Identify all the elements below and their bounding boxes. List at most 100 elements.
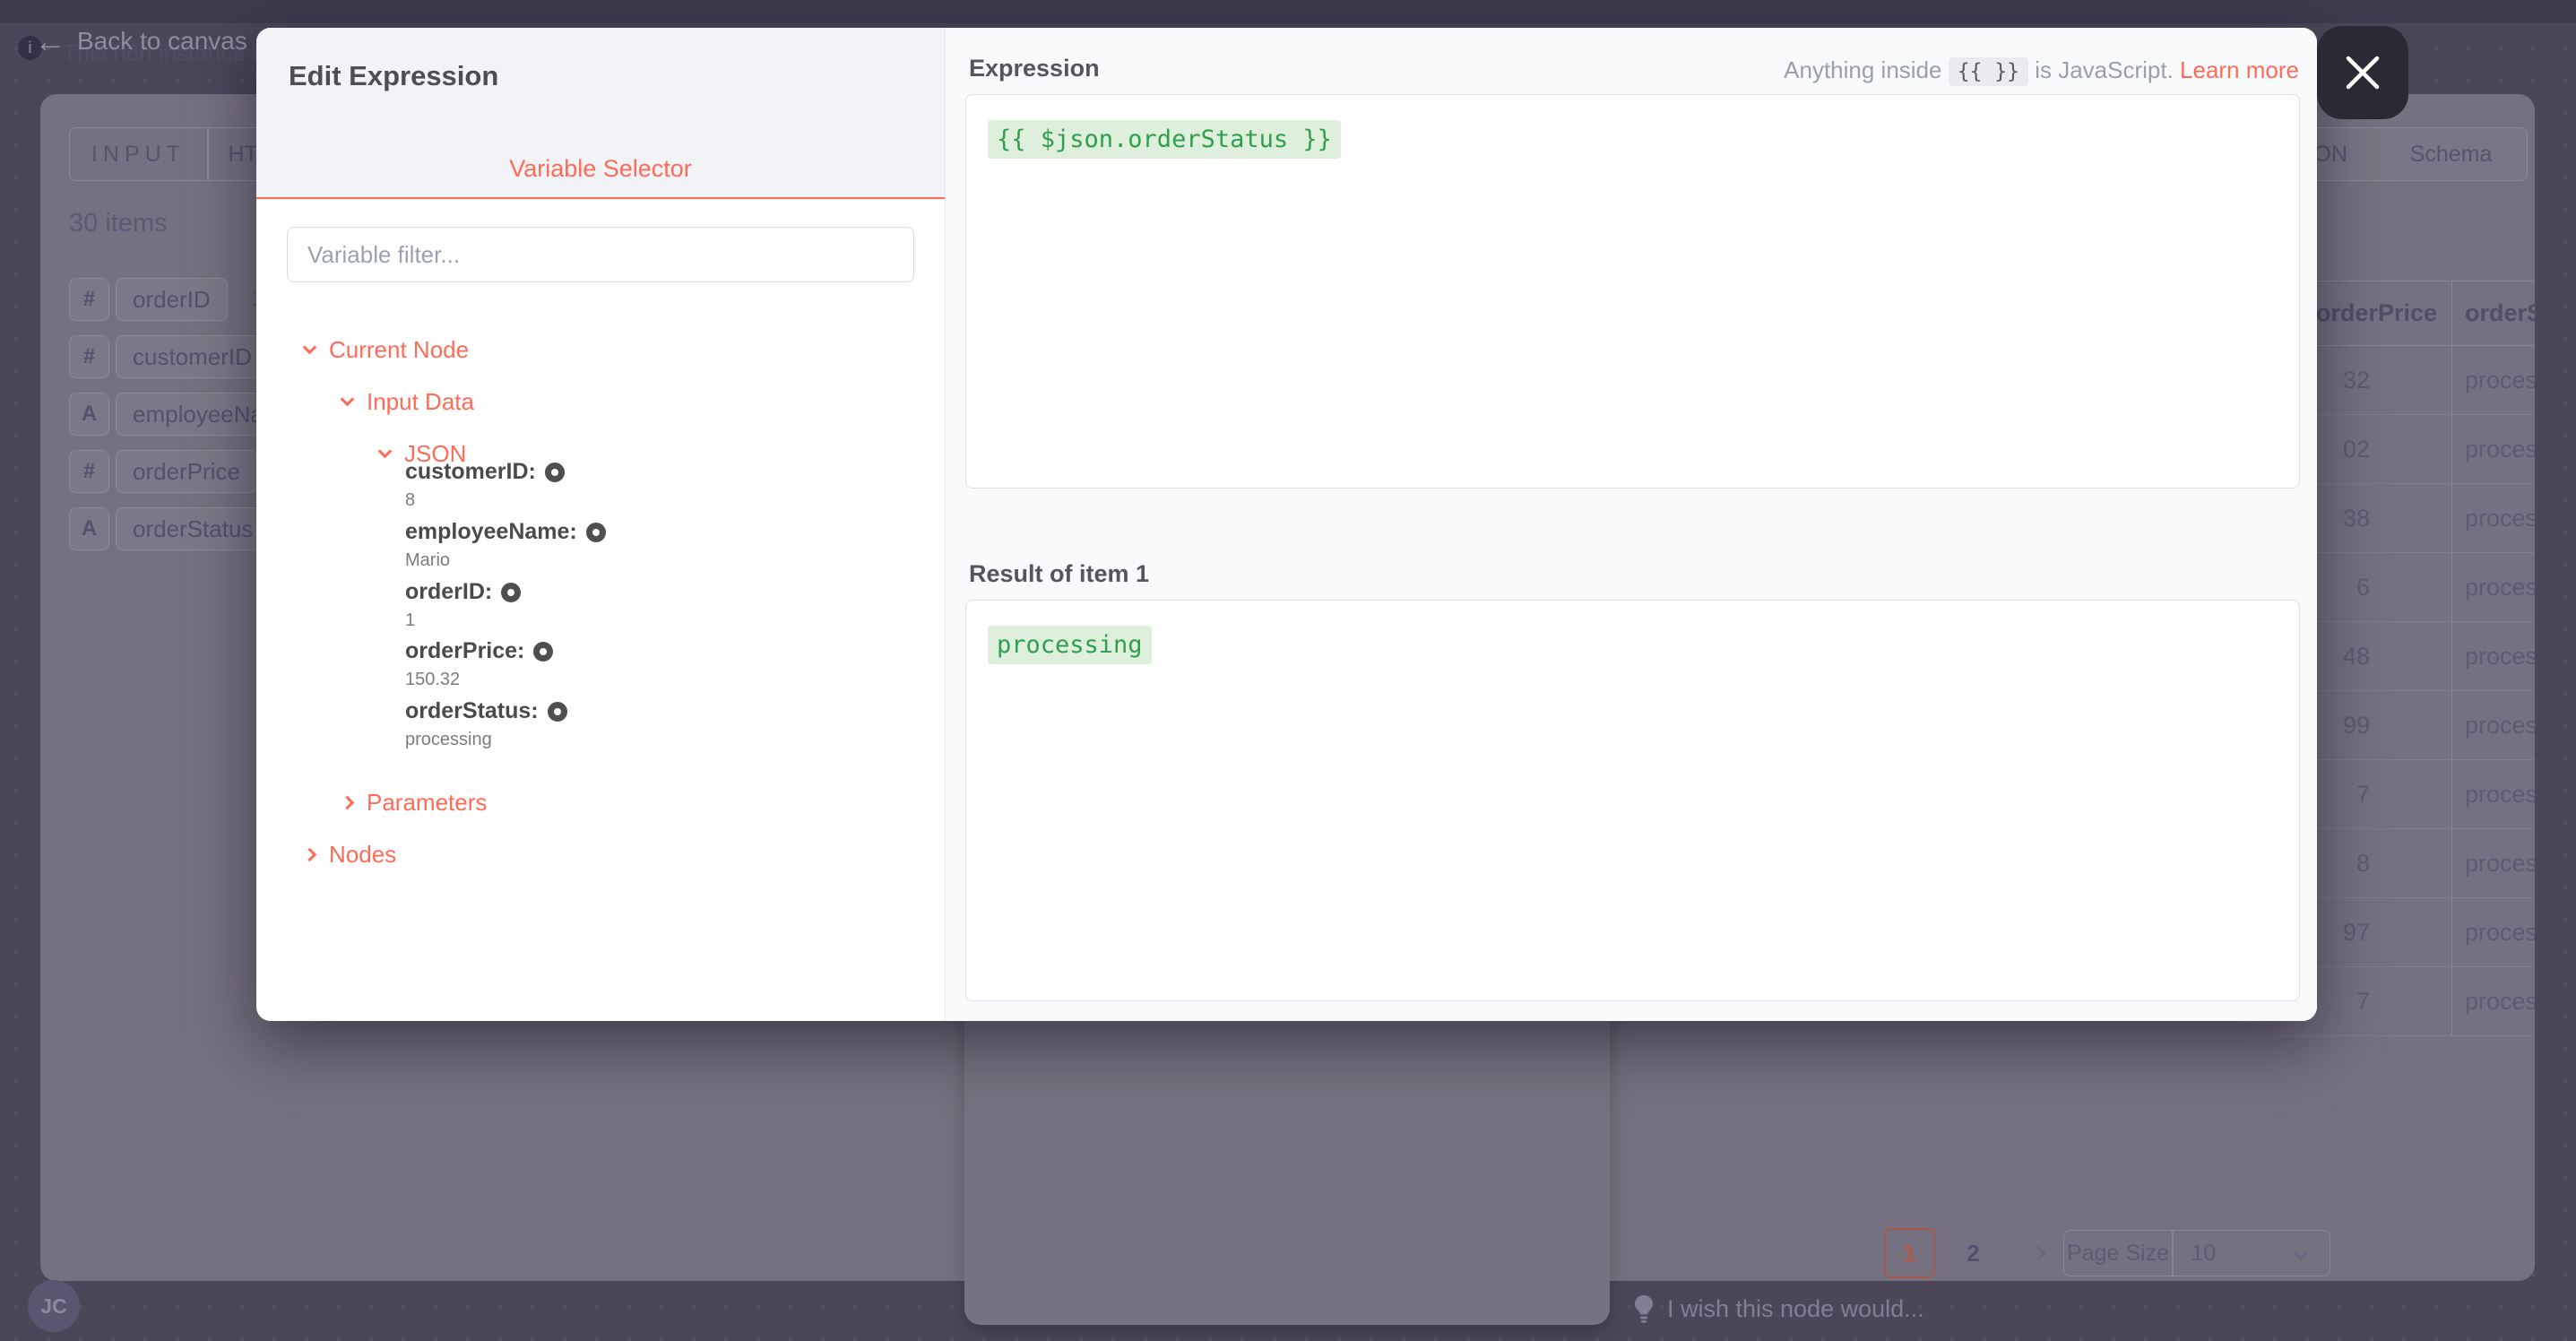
tree-field-name[interactable]: customerID: [405,459,565,485]
pagination-page-2[interactable]: 2 [1948,1228,1999,1278]
expression-hint: Anything inside {{ }} is JavaScript. Lea… [1784,56,2299,84]
column-header-orderstatus[interactable]: orderStatus [2452,281,2535,345]
field-name[interactable]: orderPrice [116,450,257,493]
back-to-canvas-button[interactable]: ← Back to canvas [34,25,247,57]
chevron-down-icon [2294,1246,2309,1261]
field-type-icon: # [69,335,109,378]
schema-row[interactable]: #orderID1 [69,278,263,321]
page-size-value: 10 [2174,1241,2296,1267]
insert-variable-icon[interactable] [533,642,553,662]
chevron-right-icon [303,848,317,862]
hint-code-chip: {{ }} [1949,57,2028,86]
modal-title: Edit Expression [289,60,498,92]
pagination-next-button[interactable] [2012,1228,2063,1278]
tree-field-text: customerID: [405,459,536,485]
cell-orderstatus: processing [2452,622,2535,690]
insert-variable-icon[interactable] [545,463,565,482]
node-feedback-link[interactable]: I wish this node would... [1633,1294,1924,1323]
result-label: Result of item 1 [969,560,1149,588]
tree-field: customerID: 8 [405,459,565,511]
cell-orderstatus: processing [2452,760,2535,828]
field-type-icon: # [69,278,109,321]
cell-orderstatus: processing [2452,415,2535,483]
field-type-icon: # [69,450,109,493]
schema-row[interactable]: #orderPrice [69,450,257,493]
field-name[interactable]: orderStatus [116,507,270,550]
field-type-icon: A [69,393,109,436]
tree-item-parameters[interactable]: Parameters [342,789,487,817]
schema-row[interactable]: #customerID [69,335,269,378]
tree-field-value: 150.32 [405,670,553,690]
tree-label: Current Node [329,336,469,364]
hint-suffix: is JavaScript. [2028,56,2180,83]
pagination-page-1[interactable]: 1 [1884,1228,1935,1278]
insert-variable-icon[interactable] [548,702,567,722]
variable-filter-input[interactable] [287,227,914,282]
result-viewer: processing [965,600,2300,1001]
back-to-canvas-label: Back to canvas [77,27,247,56]
tree-field-text: orderPrice: [405,638,524,664]
tree-item-current-node[interactable]: Current Node [305,336,469,364]
tree-field-name[interactable]: employeeName: [405,519,606,545]
tree-field-name[interactable]: orderPrice: [405,638,553,664]
tree-field: orderID: 1 [405,579,521,631]
cell-orderstatus: processing [2452,553,2535,621]
cell-orderstatus: processing [2452,898,2535,966]
variable-selector-panel: Edit Expression Variable Selector Curren… [256,28,945,1021]
field-name[interactable]: customerID [116,335,269,378]
tab-variable-selector[interactable]: Variable Selector [256,155,945,183]
modal-header: Edit Expression Variable Selector [256,28,945,199]
tree-field-value: 8 [405,490,565,511]
screen: i This n8n instance is ← Back to canvas … [0,0,2576,1341]
close-icon [2344,54,2382,91]
schema-row[interactable]: AorderStatus [69,507,270,550]
edit-expression-modal: Edit Expression Variable Selector Curren… [256,28,2317,1021]
tree-label: Nodes [329,841,396,869]
tree-field-value: 1 [405,610,521,631]
browser-top-strip [0,0,2576,23]
tree-field-value: Mario [405,550,606,571]
cell-orderstatus: processing [2452,346,2535,414]
insert-variable-icon[interactable] [586,523,606,542]
cell-orderstatus: processing [2452,967,2535,1035]
page-size-label: Page Size [2064,1241,2172,1267]
node-feedback-text: I wish this node would... [1667,1295,1924,1323]
chevron-down-icon [378,445,393,459]
result-value: processing [988,626,1152,664]
close-modal-button[interactable] [2317,26,2408,119]
expression-code[interactable]: {{ $json.orderStatus }} [988,120,1341,159]
tree-item-input-data[interactable]: Input Data [342,388,474,416]
tree-field-name[interactable]: orderStatus: [405,698,567,724]
chevron-right-icon [341,796,355,810]
field-name[interactable]: orderID [116,278,228,321]
field-type-icon: A [69,507,109,550]
learn-more-link[interactable]: Learn more [2180,56,2299,83]
chevron-down-icon [341,393,355,407]
tree-label: Parameters [367,789,487,817]
tab-schema[interactable]: Schema [2375,128,2527,180]
tree-item-nodes[interactable]: Nodes [305,841,396,869]
chevron-right-icon [2030,1246,2045,1261]
chevron-down-icon [303,341,317,355]
tree-field-text: orderID: [405,579,492,605]
tree-label: Input Data [367,388,474,416]
tree-field-value: processing [405,730,567,750]
user-avatar[interactable]: JC [28,1280,80,1332]
tab-input[interactable]: INPUT [70,128,207,180]
hint-prefix: Anything inside [1784,56,1949,83]
page-size-select[interactable]: Page Size 10 [2063,1230,2330,1276]
expression-editor[interactable]: {{ $json.orderStatus }} [965,94,2300,489]
input-items-count: 30 items [69,209,168,238]
cell-orderstatus: processing [2452,484,2535,552]
back-arrow-icon: ← [34,25,66,57]
lightbulb-icon [1633,1294,1655,1323]
cell-orderstatus: processing [2452,829,2535,897]
expression-label: Expression [969,55,1100,82]
tree-field: orderPrice: 150.32 [405,638,553,690]
tree-field-text: orderStatus: [405,698,539,724]
tree-field-text: employeeName: [405,519,577,545]
expression-panel: Expression Anything inside {{ }} is Java… [945,28,2317,1021]
tree-field: employeeName: Mario [405,519,606,571]
tree-field-name[interactable]: orderID: [405,579,521,605]
insert-variable-icon[interactable] [501,583,521,602]
